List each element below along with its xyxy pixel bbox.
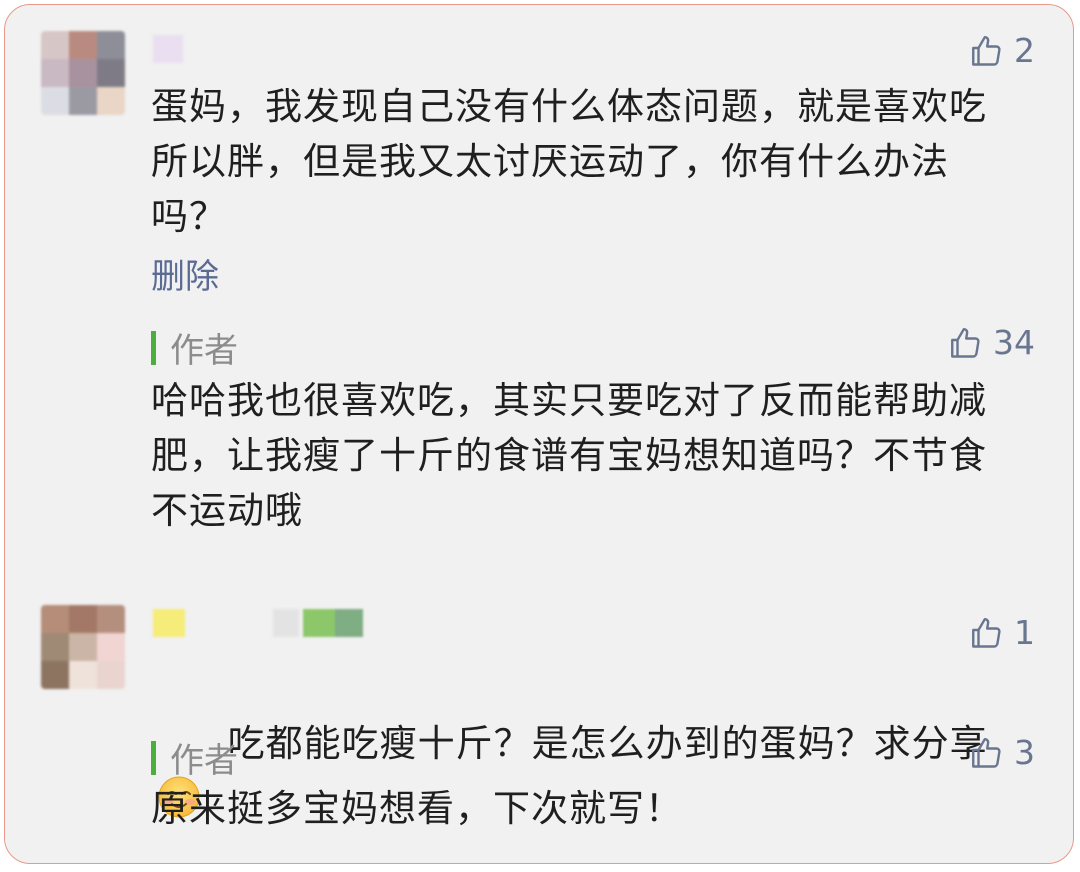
author-reply-label: 作者 <box>151 323 238 372</box>
thumbs-up-icon <box>972 737 1001 768</box>
author-label-text: 作者 <box>170 741 238 781</box>
reply-like-button[interactable]: 3 <box>968 733 1035 772</box>
author-label-text: 作者 <box>170 331 238 371</box>
username-blurred[interactable] <box>149 609 369 637</box>
thumbs-up-icon <box>972 617 1001 648</box>
comment-card: 2 蛋妈，我发现自己没有什么体态问题，就是喜欢吃所以胖，但是我又太讨厌运动了，你… <box>4 4 1074 864</box>
author-reply-label: 作者 <box>151 733 238 782</box>
comment-text: 吃都能吃瘦十斤？是怎么办到的蛋妈？求分享 <box>227 722 988 765</box>
thumbs-up-icon <box>951 327 980 358</box>
author-reply-text: 哈哈我也很喜欢吃，其实只要吃对了反而能帮助减肥，让我瘦了十斤的食谱有宝妈想知道吗… <box>151 379 987 532</box>
author-accent-bar <box>151 330 156 365</box>
author-accent-bar <box>151 740 156 775</box>
avatar[interactable] <box>41 31 125 115</box>
like-button[interactable]: 1 <box>968 613 1035 652</box>
username-blurred[interactable] <box>149 35 189 63</box>
author-reply-text: 原来挺多宝妈想看，下次就写！ <box>151 787 683 830</box>
thumbs-up-icon <box>972 35 1001 66</box>
like-count: 2 <box>1014 31 1035 70</box>
reply-like-count: 3 <box>1014 733 1035 772</box>
delete-button[interactable]: 删除 <box>151 249 219 298</box>
like-count: 1 <box>1014 613 1035 652</box>
avatar[interactable] <box>41 605 125 689</box>
reply-like-button[interactable]: 34 <box>947 323 1035 362</box>
comment-text: 蛋妈，我发现自己没有什么体态问题，就是喜欢吃所以胖，但是我又太讨厌运动了，你有什… <box>151 85 987 238</box>
like-button[interactable]: 2 <box>968 31 1035 70</box>
reply-like-count: 34 <box>993 323 1035 362</box>
